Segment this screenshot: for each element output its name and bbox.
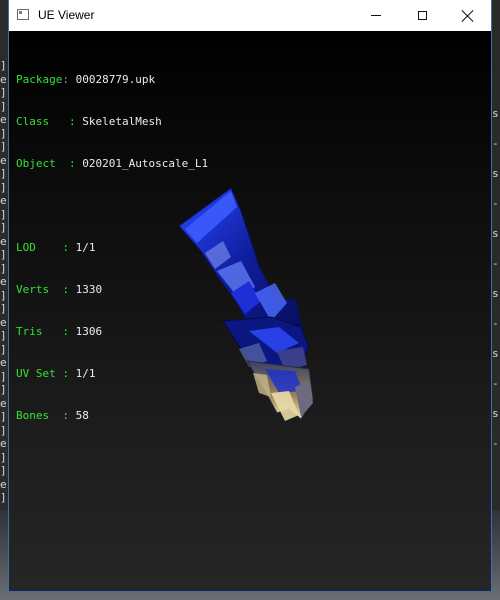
background-window-glyph: e [0,275,7,288]
background-window-glyph: s [492,107,499,120]
background-window-glyph: - [492,137,499,150]
background-window-glyph: ] [0,369,7,383]
minimize-icon [371,15,381,16]
background-window-glyph: ] [0,59,7,72]
background-window-glyph: s [492,287,499,300]
background-window-glyph: ] [0,99,7,113]
ue-viewer-window: UE Viewer Package: 00028779.upk Class : … [8,0,492,592]
background-window-glyph: ] [0,207,7,221]
background-window-glyph: ] [0,302,7,315]
background-window-glyph: s [492,227,499,240]
background-window-glyph: ] [0,423,7,437]
background-window-glyph: e [0,72,7,86]
app-window-icon[interactable] [17,9,29,20]
background-window-glyph: ] [0,491,7,504]
3d-viewport[interactable]: Package: 00028779.upk Class : SkeletalMe… [9,31,491,591]
skeletal-mesh-render[interactable] [9,31,491,591]
close-button[interactable] [445,0,491,31]
window-title: UE Viewer [38,8,95,22]
background-window-glyph: - [492,317,499,330]
background-window-glyph: e [0,356,7,369]
background-window-glyph: - [492,257,499,270]
background-window-glyph: s [492,167,499,180]
background-window-glyph: e [0,234,7,248]
close-icon [462,10,474,22]
background-window-glyph: s [492,407,499,420]
background-window-glyph: ] [0,342,7,356]
background-window-glyph: ] [0,261,7,275]
background-window-glyph: e [0,437,7,450]
background-window-glyph: ] [0,86,7,99]
background-window-glyph: s [492,347,499,360]
background-window-glyph: e [0,315,7,329]
background-window-glyph: ] [0,383,7,396]
background-window-glyph: - [492,377,499,390]
background-window-glyph: ] [0,248,7,261]
background-window-glyph: ] [0,464,7,477]
background-window-glyph: ] [0,450,7,464]
background-window-glyph: e [0,113,7,126]
background-window-glyph: - [492,197,499,210]
maximize-icon [417,11,427,20]
background-window-glyph: e [0,477,7,491]
title-bar[interactable]: UE Viewer [9,0,491,31]
minimize-button[interactable] [353,0,399,31]
background-window-glyph: ] [0,221,7,234]
background-window-glyph: ] [0,288,7,302]
maximize-button[interactable] [399,0,445,31]
background-window-glyph: ] [0,329,7,342]
background-window-glyph: ] [0,180,7,194]
mesh-body [178,187,314,421]
background-window-glyph: e [0,396,7,410]
background-window-glyph: ] [0,410,7,423]
background-window-glyph: - [492,437,499,450]
background-window-glyph: e [0,153,7,167]
background-window-glyph: ] [0,140,7,153]
background-window-glyph: ] [0,126,7,140]
background-window-glyph: e [0,194,7,207]
background-window-glyph: ] [0,167,7,180]
